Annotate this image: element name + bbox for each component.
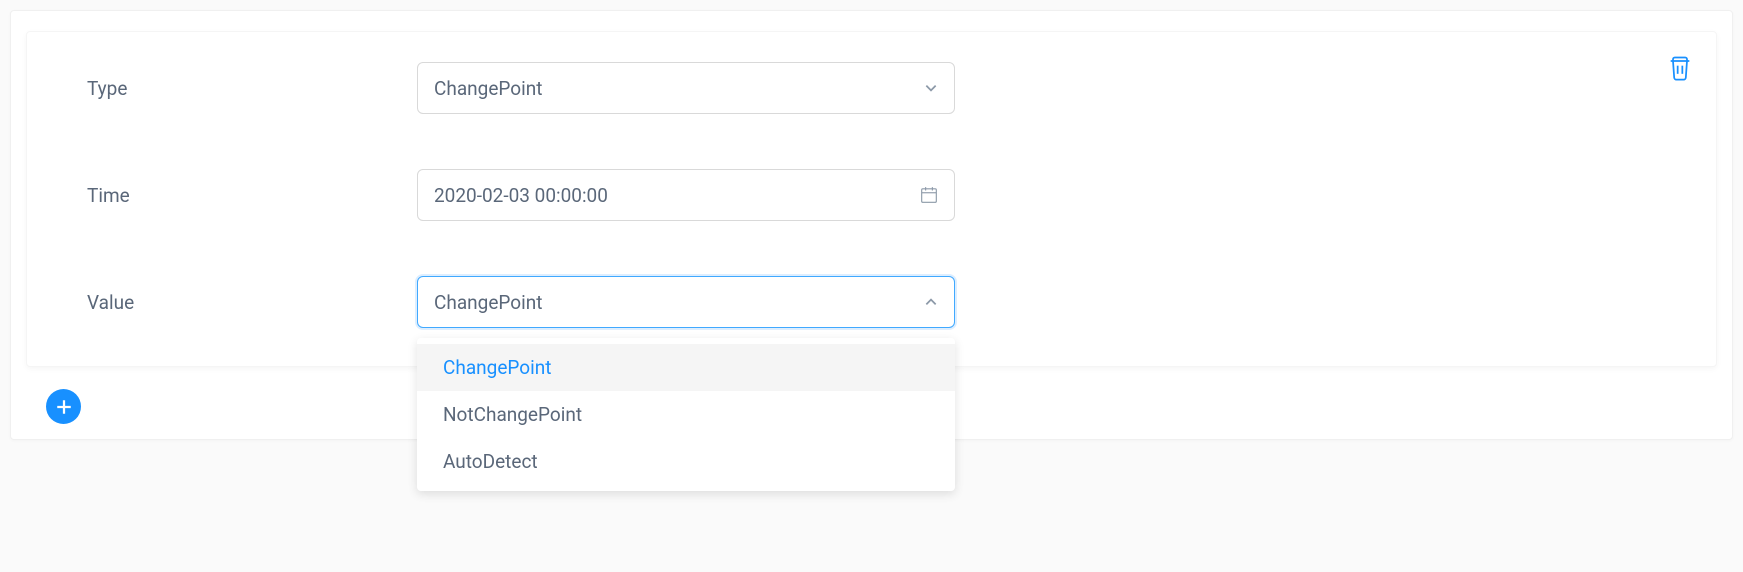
time-input-value: 2020-02-03 00:00:00 [434, 184, 608, 207]
type-select-value: ChangePoint [434, 77, 542, 100]
value-label: Value [57, 291, 417, 314]
time-label: Time [57, 184, 417, 207]
value-dropdown: ChangePoint NotChangePoint AutoDetect [417, 338, 955, 491]
add-button[interactable] [46, 389, 81, 424]
type-select[interactable]: ChangePoint [417, 62, 955, 114]
type-control-wrap: ChangePoint [417, 62, 955, 114]
value-row: Value ChangePoint ChangePoint NotChangeP… [57, 276, 1686, 328]
chevron-down-icon [924, 81, 938, 95]
trash-icon [1666, 54, 1694, 82]
value-select[interactable]: ChangePoint [417, 276, 955, 328]
time-input[interactable]: 2020-02-03 00:00:00 [417, 169, 955, 221]
value-option-notchangepoint[interactable]: NotChangePoint [417, 391, 955, 438]
form-card: Type ChangePoint Time 2020-02-03 00:00:0… [26, 31, 1717, 367]
plus-icon [55, 398, 73, 416]
outer-panel: Type ChangePoint Time 2020-02-03 00:00:0… [10, 10, 1733, 440]
value-option-changepoint[interactable]: ChangePoint [417, 344, 955, 391]
type-row: Type ChangePoint [57, 62, 1686, 114]
type-label: Type [57, 77, 417, 100]
value-control-wrap: ChangePoint ChangePoint NotChangePoint A… [417, 276, 955, 328]
value-select-value: ChangePoint [434, 291, 542, 314]
chevron-up-icon [924, 295, 938, 309]
time-row: Time 2020-02-03 00:00:00 [57, 169, 1686, 221]
calendar-icon [920, 186, 938, 204]
delete-button[interactable] [1666, 54, 1694, 82]
value-option-autodetect[interactable]: AutoDetect [417, 438, 955, 485]
time-control-wrap: 2020-02-03 00:00:00 [417, 169, 955, 221]
